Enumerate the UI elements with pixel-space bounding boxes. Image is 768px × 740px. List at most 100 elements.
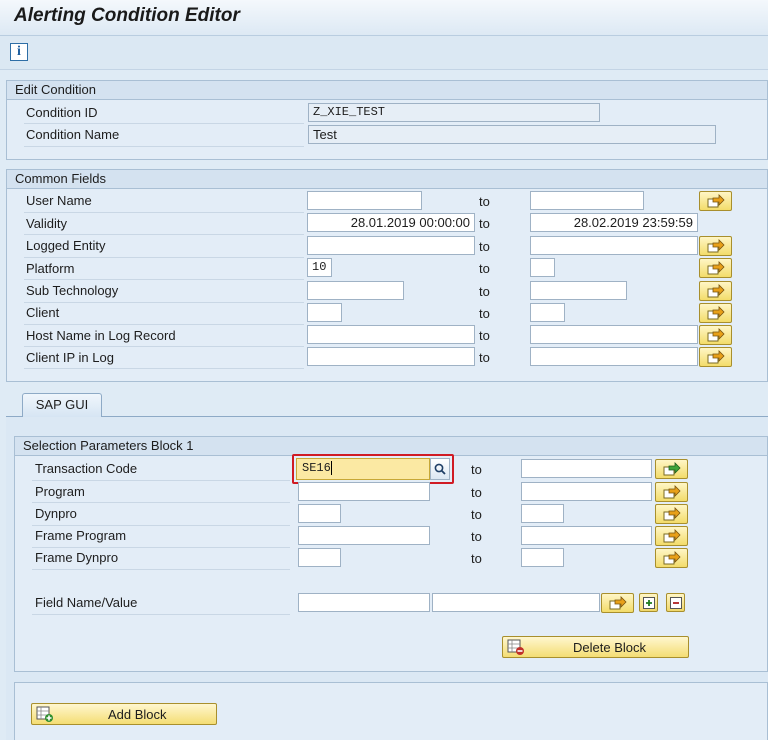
multiple-selection-icon xyxy=(707,350,725,364)
tab-sap-gui[interactable]: SAP GUI xyxy=(22,393,102,417)
multiple-selection-icon xyxy=(707,239,725,253)
add-field-button[interactable] xyxy=(639,593,658,612)
row-divider xyxy=(24,257,304,258)
to-label: to xyxy=(479,328,490,343)
delete-block-icon xyxy=(507,639,524,655)
multiple-selection-icon xyxy=(663,462,681,476)
field-name-field[interactable] xyxy=(298,593,430,612)
multiple-selection-button[interactable] xyxy=(655,526,688,546)
client-ip-to-field[interactable] xyxy=(530,347,698,366)
multiple-selection-button[interactable] xyxy=(699,303,732,323)
transaction-code-label: Transaction Code xyxy=(35,461,138,476)
dynpro-from-field[interactable] xyxy=(298,504,341,523)
platform-to-field[interactable] xyxy=(530,258,555,277)
multiple-selection-button[interactable] xyxy=(655,459,688,479)
logged-entity-from-field[interactable] xyxy=(307,236,475,255)
to-label: to xyxy=(479,261,490,276)
client-label: Client xyxy=(26,305,60,320)
to-label: to xyxy=(479,350,490,365)
row-divider xyxy=(24,212,304,213)
multiple-selection-button[interactable] xyxy=(699,258,732,278)
info-icon[interactable]: i xyxy=(10,43,28,61)
program-from-field[interactable] xyxy=(298,482,430,501)
logged-entity-to-field[interactable] xyxy=(530,236,698,255)
to-label: to xyxy=(471,551,482,566)
to-label: to xyxy=(471,485,482,500)
platform-from-field[interactable]: 10 xyxy=(307,258,332,277)
to-label: to xyxy=(479,239,490,254)
multiple-selection-icon xyxy=(707,328,725,342)
host-name-to-field[interactable] xyxy=(530,325,698,344)
row-divider xyxy=(24,279,304,280)
validity-to-field[interactable]: 28.02.2019 23:59:59 xyxy=(530,213,698,232)
to-label: to xyxy=(471,529,482,544)
multiple-selection-button[interactable] xyxy=(699,325,732,345)
tabstrip-border xyxy=(6,416,768,417)
sub-technology-label: Sub Technology xyxy=(26,283,119,298)
sub-technology-to-field[interactable] xyxy=(530,281,627,300)
delete-block-label: Delete Block xyxy=(573,639,646,655)
frame-dynpro-label: Frame Dynpro xyxy=(35,550,119,565)
to-label: to xyxy=(479,284,490,299)
multiple-selection-icon xyxy=(663,507,681,521)
multiple-selection-button[interactable] xyxy=(699,191,732,211)
host-name-from-field[interactable] xyxy=(307,325,475,344)
multiple-selection-icon xyxy=(663,485,681,499)
minus-icon xyxy=(669,596,682,609)
add-block-icon xyxy=(36,706,53,722)
group-title: Common Fields xyxy=(7,170,767,189)
field-name-value-label: Field Name/Value xyxy=(35,595,138,610)
to-label: to xyxy=(471,462,482,477)
dynpro-to-field[interactable] xyxy=(521,504,564,523)
title-bar: Alerting Condition Editor xyxy=(0,0,768,36)
frame-dynpro-to-field[interactable] xyxy=(521,548,564,567)
to-label: to xyxy=(471,507,482,522)
frame-dynpro-from-field[interactable] xyxy=(298,548,341,567)
delete-block-button[interactable]: Delete Block xyxy=(502,636,689,658)
logged-entity-label: Logged Entity xyxy=(26,238,106,253)
client-from-field[interactable] xyxy=(307,303,342,322)
to-label: to xyxy=(479,194,490,209)
add-block-button[interactable]: Add Block xyxy=(31,703,217,725)
frame-program-to-field[interactable] xyxy=(521,526,652,545)
multiple-selection-icon xyxy=(707,194,725,208)
group-title: Edit Condition xyxy=(7,81,767,100)
multiple-selection-icon xyxy=(707,306,725,320)
toolbar xyxy=(0,36,768,70)
client-ip-from-field[interactable] xyxy=(307,347,475,366)
multiple-selection-button[interactable] xyxy=(699,347,732,367)
transaction-code-to-field[interactable] xyxy=(521,459,652,478)
field-value-field[interactable] xyxy=(432,593,600,612)
multiple-selection-icon xyxy=(707,261,725,275)
to-label: to xyxy=(479,306,490,321)
user-name-label: User Name xyxy=(26,193,92,208)
multiple-selection-button[interactable] xyxy=(601,593,634,613)
multiple-selection-button[interactable] xyxy=(699,236,732,256)
user-name-from-field[interactable] xyxy=(307,191,422,210)
to-label: to xyxy=(479,216,490,231)
multiple-selection-button[interactable] xyxy=(655,504,688,524)
sub-technology-from-field[interactable] xyxy=(307,281,404,300)
condition-name-field[interactable]: Test xyxy=(308,125,716,144)
remove-field-button[interactable] xyxy=(666,593,685,612)
condition-id-field[interactable]: Z_XIE_TEST xyxy=(308,103,600,122)
row-divider xyxy=(24,234,304,235)
multiple-selection-button[interactable] xyxy=(655,548,688,568)
validity-from-field[interactable]: 28.01.2019 00:00:00 xyxy=(307,213,475,232)
client-to-field[interactable] xyxy=(530,303,565,322)
add-block-label: Add Block xyxy=(108,706,167,722)
user-name-to-field[interactable] xyxy=(530,191,644,210)
platform-label: Platform xyxy=(26,261,75,276)
row-divider xyxy=(32,614,290,615)
row-divider xyxy=(24,146,304,147)
multiple-selection-icon xyxy=(663,551,681,565)
frame-program-from-field[interactable] xyxy=(298,526,430,545)
row-divider xyxy=(32,569,290,570)
row-divider xyxy=(24,324,304,325)
multiple-selection-button[interactable] xyxy=(699,281,732,301)
row-divider xyxy=(24,123,304,124)
dynpro-label: Dynpro xyxy=(35,506,77,521)
program-to-field[interactable] xyxy=(521,482,652,501)
multiple-selection-button[interactable] xyxy=(655,482,688,502)
multiple-selection-icon xyxy=(707,284,725,298)
